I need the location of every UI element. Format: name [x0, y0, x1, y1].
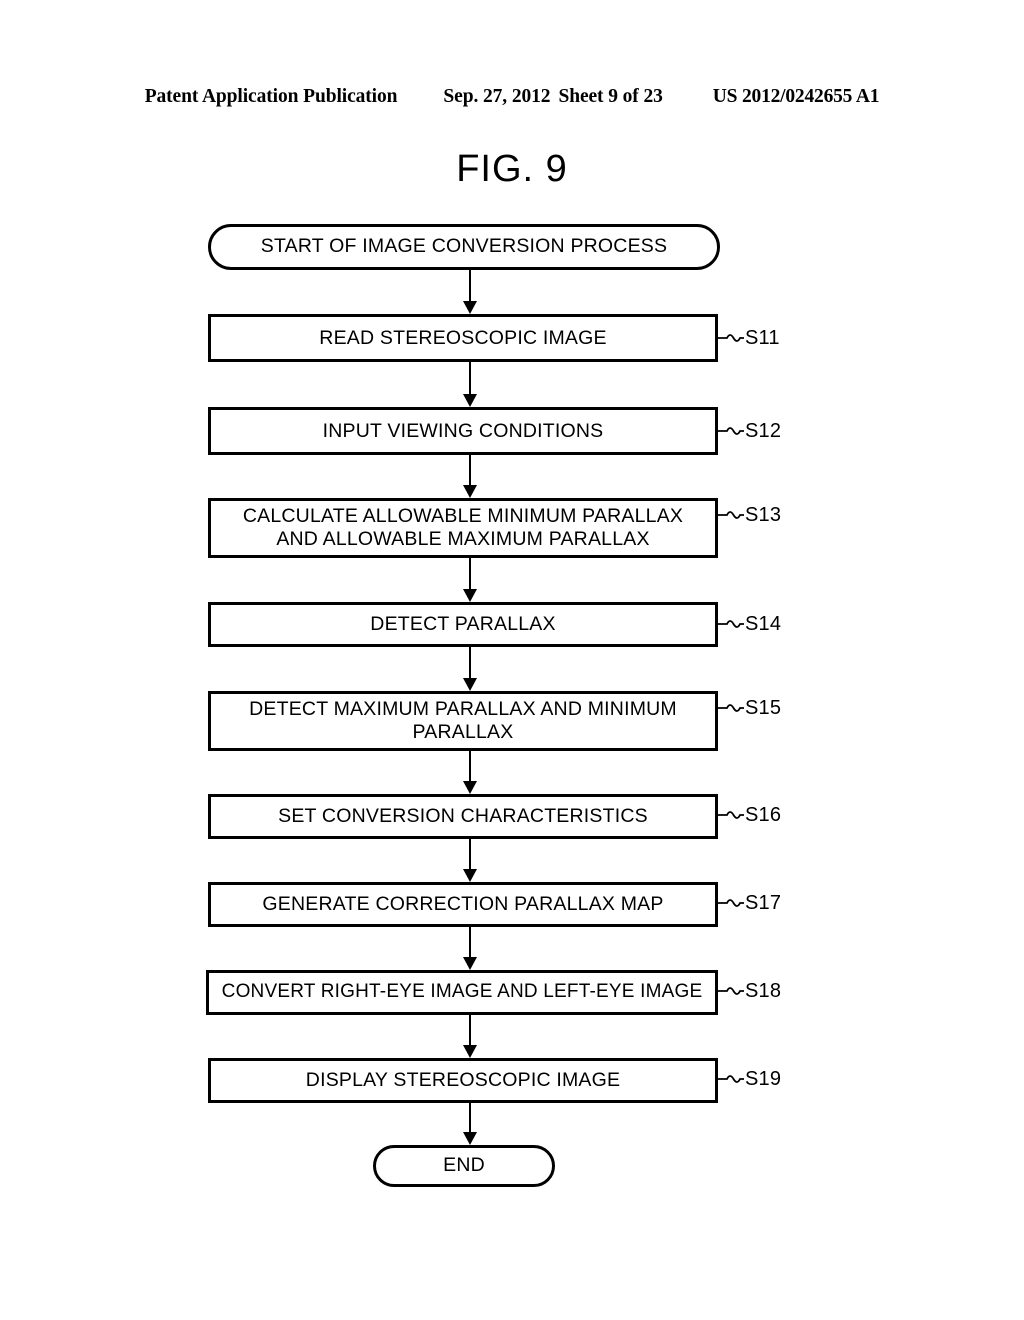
step-id-s14: S14 [745, 613, 782, 635]
leader-line-icon [718, 704, 744, 712]
flowchart: START OF IMAGE CONVERSION PROCESS READ S… [0, 0, 1024, 1320]
step-text-s16: SET CONVERSION CHARACTERISTICS [278, 805, 648, 828]
flowchart-step-box-s11: READ STEREOSCOPIC IMAGE [208, 314, 718, 362]
flow-arrow-s15-to-s16 [463, 751, 477, 794]
step-label-s16: S16 [718, 801, 781, 829]
flowchart-step-box-s19: DISPLAY STEREOSCOPIC IMAGE [208, 1058, 718, 1103]
step-label-s11: S11 [718, 324, 780, 352]
step-id-s13: S13 [745, 504, 782, 526]
step-text-s11: READ STEREOSCOPIC IMAGE [319, 326, 607, 349]
step-text-s17: GENERATE CORRECTION PARALLAX MAP [262, 893, 664, 916]
flow-arrow-s19-to-end [463, 1103, 477, 1145]
step-id-s12: S12 [745, 420, 782, 442]
step-id-s15: S15 [745, 697, 782, 719]
step-id-s19: S19 [745, 1068, 782, 1090]
flowchart-start-node: START OF IMAGE CONVERSION PROCESS [208, 224, 720, 270]
step-label-s14: S14 [718, 610, 781, 638]
leader-line-icon [718, 811, 744, 819]
flowchart-step-box-s12: INPUT VIEWING CONDITIONS [208, 407, 718, 455]
flowchart-end-node: END [373, 1145, 555, 1187]
step-text-s19: DISPLAY STEREOSCOPIC IMAGE [305, 1069, 621, 1092]
flowchart-step-box-s17: GENERATE CORRECTION PARALLAX MAP [208, 882, 718, 927]
leader-line-icon [718, 334, 744, 342]
step-text-s15-line2: PARALLAX [412, 721, 514, 743]
flow-arrow-s11-to-s12 [463, 362, 477, 407]
leader-line-icon [718, 511, 744, 519]
step-text-s12: INPUT VIEWING CONDITIONS [322, 419, 604, 442]
flow-arrow-s17-to-s18 [463, 927, 477, 970]
flow-arrow-start-to-s11 [463, 270, 477, 314]
flow-arrow-s18-to-s19 [463, 1015, 477, 1058]
step-label-s15: S15 [718, 694, 781, 722]
step-label-s18: S18 [718, 977, 781, 1005]
flow-arrow-s12-to-s13 [463, 455, 477, 498]
flow-arrow-s14-to-s15 [463, 647, 477, 691]
flowchart-step-box-s13: CALCULATE ALLOWABLE MINIMUM PARALLAX AND… [208, 498, 718, 558]
step-label-s12: S12 [718, 417, 781, 445]
step-text-s13-line2: AND ALLOWABLE MAXIMUM PARALLAX [276, 528, 650, 550]
step-label-s17: S17 [718, 889, 781, 917]
step-id-s18: S18 [745, 980, 782, 1002]
flowchart-step-box-s15: DETECT MAXIMUM PARALLAX AND MINIMUM PARA… [208, 691, 718, 751]
flowchart-step-box-s14: DETECT PARALLAX [208, 602, 718, 647]
step-text-s14: DETECT PARALLAX [370, 613, 556, 636]
step-id-s17: S17 [745, 892, 782, 914]
flow-arrow-s13-to-s14 [463, 558, 477, 602]
leader-line-icon [718, 620, 744, 628]
step-text-s13-line1: CALCULATE ALLOWABLE MINIMUM PARALLAX [242, 505, 684, 528]
leader-line-icon [718, 1075, 744, 1083]
step-text-s15-line1: DETECT MAXIMUM PARALLAX AND MINIMUM [249, 698, 677, 721]
step-label-s19: S19 [718, 1065, 781, 1093]
flowchart-step-box-s16: SET CONVERSION CHARACTERISTICS [208, 794, 718, 839]
flowchart-step-box-s18: CONVERT RIGHT-EYE IMAGE AND LEFT-EYE IMA… [206, 970, 718, 1015]
leader-line-icon [718, 427, 744, 435]
step-label-s13: S13 [718, 501, 781, 529]
step-id-s11: S11 [745, 327, 780, 349]
flowchart-end-label: END [443, 1154, 485, 1177]
flowchart-start-label: START OF IMAGE CONVERSION PROCESS [260, 235, 668, 258]
leader-line-icon [718, 987, 744, 995]
flow-arrow-s16-to-s17 [463, 839, 477, 882]
leader-line-icon [718, 899, 744, 907]
step-text-s18: CONVERT RIGHT-EYE IMAGE AND LEFT-EYE IMA… [221, 981, 703, 1003]
step-id-s16: S16 [745, 804, 782, 826]
